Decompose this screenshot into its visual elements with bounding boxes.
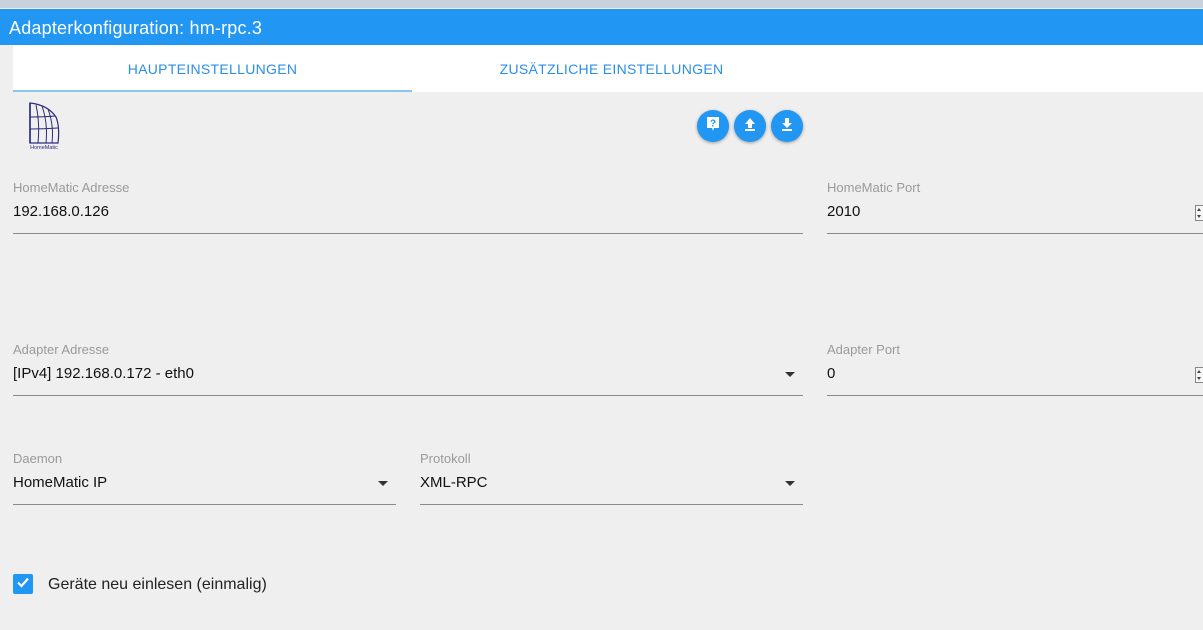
protocol-select[interactable]: Protokoll XML-RPC (420, 451, 803, 513)
homematic-address-underline (13, 233, 803, 234)
top-strip (0, 0, 1203, 8)
daemon-select[interactable]: Daemon HomeMatic IP (13, 451, 396, 513)
svg-text:?: ? (710, 118, 716, 129)
adapter-address-value: [IPv4] 192.168.0.172 - eth0 (13, 365, 194, 382)
tab-bar: HAUPTEINSTELLUNGEN ZUSÄTZLICHE EINSTELLU… (13, 45, 1203, 92)
logo-text: HomeMatic (30, 145, 58, 151)
daemon-underline (13, 504, 396, 505)
homematic-logo-icon: HomeMatic (22, 99, 66, 151)
title-bar: Adapterkonfiguration: hm-rpc.3 (0, 9, 1203, 45)
tab-main-settings-label: HAUPTEINSTELLUNGEN (127, 60, 298, 77)
adapter-port-field[interactable]: Adapter Port 0 (827, 342, 1203, 404)
homematic-port-label: HomeMatic Port (827, 180, 921, 195)
adapter-port-stepper[interactable] (1195, 367, 1203, 383)
help-icon: ? (705, 116, 721, 137)
upload-icon (743, 117, 757, 136)
protocol-underline (420, 504, 803, 505)
reload-devices-checkbox[interactable] (13, 574, 33, 594)
window-title: Adapterkonfiguration: hm-rpc.3 (9, 18, 263, 38)
homematic-port-underline (827, 233, 1203, 234)
homematic-address-input[interactable]: 192.168.0.126 (13, 203, 109, 220)
chevron-down-icon[interactable] (785, 372, 795, 377)
daemon-label: Daemon (13, 451, 63, 466)
reload-devices-label: Geräte neu einlesen (einmalig) (48, 576, 267, 593)
help-button[interactable]: ? (697, 110, 729, 142)
protocol-value: XML-RPC (420, 474, 488, 491)
homematic-port-input[interactable]: 2010 (827, 203, 860, 220)
download-icon (780, 117, 794, 136)
daemon-value: HomeMatic IP (13, 474, 108, 491)
homematic-address-field[interactable]: HomeMatic Adresse 192.168.0.126 (13, 180, 803, 242)
download-button[interactable] (771, 110, 803, 142)
homematic-port-stepper[interactable] (1195, 205, 1203, 221)
tab-additional-settings[interactable]: ZUSÄTZLICHE EINSTELLUNGEN (412, 45, 811, 92)
checkmark-icon (15, 574, 31, 595)
homematic-address-label: HomeMatic Adresse (13, 180, 130, 195)
adapter-port-label: Adapter Port (827, 342, 900, 357)
chevron-down-icon[interactable] (378, 481, 388, 486)
adapter-address-underline (13, 395, 803, 396)
tab-additional-settings-label: ZUSÄTZLICHE EINSTELLUNGEN (499, 60, 724, 77)
chevron-down-icon[interactable] (785, 481, 795, 486)
adapter-port-underline (827, 395, 1203, 396)
homematic-port-field[interactable]: HomeMatic Port 2010 (827, 180, 1203, 242)
tab-main-settings[interactable]: HAUPTEINSTELLUNGEN (13, 45, 412, 92)
adapter-address-label: Adapter Adresse (13, 342, 110, 357)
adapter-port-input[interactable]: 0 (827, 365, 835, 382)
upload-button[interactable] (734, 110, 766, 142)
adapter-address-select[interactable]: Adapter Adresse [IPv4] 192.168.0.172 - e… (13, 342, 803, 404)
protocol-label: Protokoll (420, 451, 471, 466)
